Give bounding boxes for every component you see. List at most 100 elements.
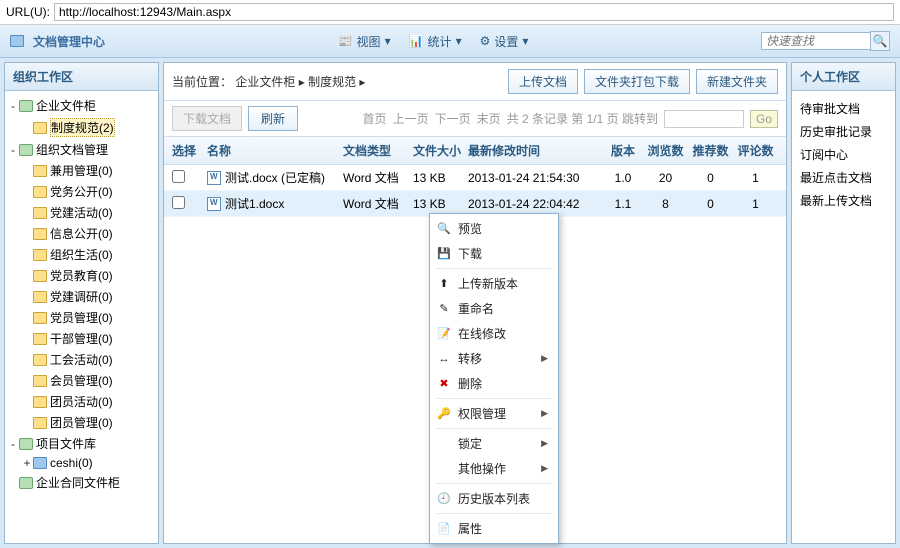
tree-label[interactable]: 党建活动(0): [50, 204, 113, 221]
menu-item[interactable]: 💾下载: [432, 241, 556, 266]
title-bar: 文档管理中心 📰 视图 ▾ 📊 统计 ▾ ⚙ 设置 ▾ 🔍: [0, 25, 900, 58]
file-name[interactable]: 测试1.docx: [225, 195, 284, 212]
col-comments[interactable]: 评论数: [733, 142, 778, 159]
table-header: 选择 名称 文档类型 文件大小 最新修改时间 版本 浏览数 推荐数 评论数: [164, 137, 786, 165]
menu-label: 上传新版本: [458, 275, 518, 292]
menu-item[interactable]: 其他操作▶: [432, 456, 556, 481]
tree-node[interactable]: - 项目文件库: [7, 433, 156, 454]
col-size[interactable]: 文件大小: [413, 142, 468, 159]
upload-button[interactable]: 上传文档: [508, 69, 578, 94]
menu-label: 权限管理: [458, 405, 506, 422]
tool-view[interactable]: 📰 视图 ▾: [338, 33, 391, 50]
tree-node[interactable]: 团员管理(0): [7, 412, 156, 433]
col-recs[interactable]: 推荐数: [688, 142, 733, 159]
expand-icon[interactable]: -: [7, 99, 19, 113]
breadcrumb-seg-0[interactable]: 企业文件柜: [235, 75, 295, 89]
pager-go-button[interactable]: Go: [750, 110, 778, 128]
col-views[interactable]: 浏览数: [643, 142, 688, 159]
tree-label[interactable]: 干部管理(0): [50, 330, 113, 347]
folder-icon: [33, 291, 47, 303]
menu-icon: 🔑: [436, 406, 452, 422]
new-folder-button[interactable]: 新建文件夹: [696, 69, 778, 94]
menu-icon: 🕘: [436, 491, 452, 507]
col-name[interactable]: 名称: [207, 142, 343, 159]
tree-label[interactable]: 企业文件柜: [36, 97, 96, 114]
right-link[interactable]: 最新上传文档: [800, 189, 887, 212]
tool-stats[interactable]: 📊 统计 ▾: [409, 33, 462, 50]
tree-node[interactable]: + ceshi(0): [7, 454, 156, 472]
tree-node[interactable]: 干部管理(0): [7, 328, 156, 349]
right-link[interactable]: 待审批文档: [800, 97, 887, 120]
tree-label[interactable]: 党务公开(0): [50, 183, 113, 200]
row-checkbox[interactable]: [172, 170, 185, 183]
download-zip-button[interactable]: 文件夹打包下载: [584, 69, 690, 94]
expand-icon[interactable]: -: [7, 437, 19, 451]
tree-label[interactable]: 党建调研(0): [50, 288, 113, 305]
tool-settings[interactable]: ⚙ 设置 ▾: [480, 33, 529, 50]
search-input[interactable]: [761, 32, 871, 50]
url-input[interactable]: [54, 3, 894, 21]
breadcrumb-seg-1[interactable]: 制度规范: [308, 75, 356, 89]
right-panel-header: 个人工作区: [792, 63, 895, 91]
menu-item[interactable]: 🔍预览: [432, 216, 556, 241]
search-button[interactable]: 🔍: [870, 31, 890, 51]
tree-node[interactable]: 团员活动(0): [7, 391, 156, 412]
right-link[interactable]: 订阅中心: [800, 143, 887, 166]
col-type[interactable]: 文档类型: [343, 142, 413, 159]
tree-node[interactable]: - 组织文档管理: [7, 139, 156, 160]
col-version[interactable]: 版本: [603, 142, 643, 159]
tree-label[interactable]: ceshi(0): [50, 456, 93, 470]
expand-icon[interactable]: +: [21, 456, 33, 470]
menu-icon: 📄: [436, 521, 452, 537]
refresh-button[interactable]: 刷新: [248, 106, 298, 131]
tree-label[interactable]: 党员管理(0): [50, 309, 113, 326]
folder-icon: [19, 144, 33, 156]
menu-item[interactable]: 📝在线修改: [432, 321, 556, 346]
row-checkbox[interactable]: [172, 196, 185, 209]
menu-item[interactable]: 🔑权限管理▶: [432, 401, 556, 426]
tree-label[interactable]: 制度规范(2): [50, 118, 115, 137]
breadcrumb: 当前位置： 企业文件柜 ▸ 制度规范 ▸: [172, 73, 365, 90]
file-name[interactable]: 测试.docx (已定稿): [225, 169, 325, 186]
menu-item[interactable]: ✖删除: [432, 371, 556, 396]
tree-node[interactable]: 信息公开(0): [7, 223, 156, 244]
col-time[interactable]: 最新修改时间: [468, 142, 603, 159]
menu-label: 属性: [458, 520, 482, 537]
tree-label[interactable]: 工会活动(0): [50, 351, 113, 368]
tree-label[interactable]: 组织文档管理: [36, 141, 108, 158]
tree-node[interactable]: 党员管理(0): [7, 307, 156, 328]
tree-label[interactable]: 企业合同文件柜: [36, 474, 120, 491]
right-link[interactable]: 历史审批记录: [800, 120, 887, 143]
table-row[interactable]: 测试.docx (已定稿)Word 文档13 KB2013-01-24 21:5…: [164, 165, 786, 191]
menu-item[interactable]: ⬆上传新版本: [432, 271, 556, 296]
menu-item[interactable]: ✎重命名: [432, 296, 556, 321]
tree-node[interactable]: 兼用管理(0): [7, 160, 156, 181]
menu-item[interactable]: 📄 属性: [432, 516, 556, 541]
pager-jump-input[interactable]: [664, 110, 744, 128]
tree-node[interactable]: 工会活动(0): [7, 349, 156, 370]
tree-node[interactable]: 党建调研(0): [7, 286, 156, 307]
tree-label[interactable]: 兼用管理(0): [50, 162, 113, 179]
tree-node[interactable]: 党员教育(0): [7, 265, 156, 286]
tree-label[interactable]: 团员管理(0): [50, 414, 113, 431]
tree-node[interactable]: 党建活动(0): [7, 202, 156, 223]
menu-label: 下载: [458, 245, 482, 262]
expand-icon[interactable]: -: [7, 143, 19, 157]
menu-item[interactable]: 🕘历史版本列表: [432, 486, 556, 511]
tree-label[interactable]: 信息公开(0): [50, 225, 113, 242]
tree-label[interactable]: 项目文件库: [36, 435, 96, 452]
tree-node[interactable]: 企业合同文件柜: [7, 472, 156, 493]
tree-label[interactable]: 党员教育(0): [50, 267, 113, 284]
tree-label[interactable]: 组织生活(0): [50, 246, 113, 263]
tree-node[interactable]: - 企业文件柜: [7, 95, 156, 116]
folder-icon: [33, 396, 47, 408]
menu-item[interactable]: 锁定▶: [432, 431, 556, 456]
tree-node[interactable]: 会员管理(0): [7, 370, 156, 391]
tree-node[interactable]: 制度规范(2): [7, 116, 156, 139]
tree-node[interactable]: 组织生活(0): [7, 244, 156, 265]
tree-label[interactable]: 会员管理(0): [50, 372, 113, 389]
tree-node[interactable]: 党务公开(0): [7, 181, 156, 202]
right-link[interactable]: 最近点击文档: [800, 166, 887, 189]
tree-label[interactable]: 团员活动(0): [50, 393, 113, 410]
menu-item[interactable]: ↔转移▶: [432, 346, 556, 371]
